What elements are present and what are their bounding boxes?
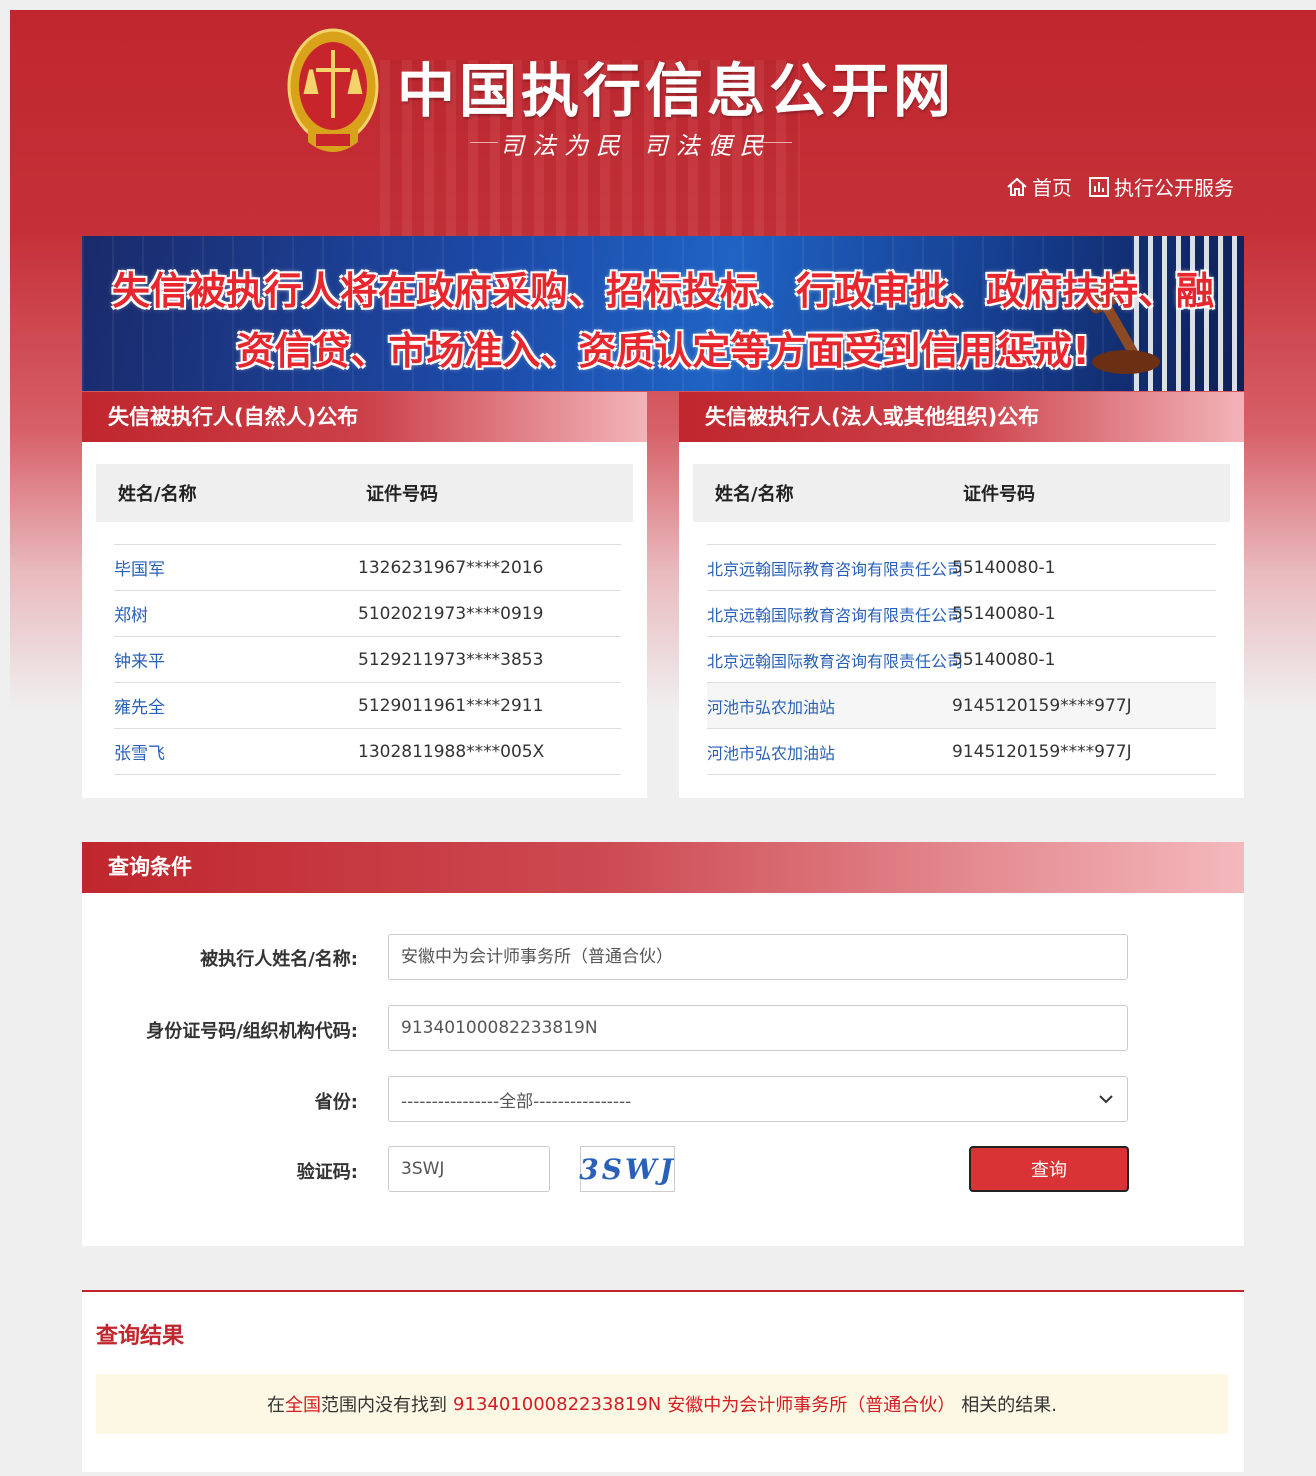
legal-row-code: 55140080-1 (952, 557, 1056, 578)
banner-line-2: 资信贷、市场准入、资质认定等方面受到信用惩戒! (236, 329, 1090, 373)
province-select[interactable]: ----------------全部---------------- (388, 1076, 1128, 1122)
legal-row-name[interactable]: 北京远翰国际教育咨询有限责任公司 (707, 556, 963, 580)
result-panel: 查询结果 在 全国 范围内没有找到 91340100082233819N 安徽中… (82, 1290, 1244, 1472)
result-suffix: 相关的结果. (961, 1395, 1057, 1416)
legal-table-body: 北京远翰国际教育咨询有限责任公司 55140080-1 北京远翰国际教育咨询有限… (707, 544, 1216, 775)
table-row: 毕国军 1326231967****2016 (114, 545, 621, 591)
id-input[interactable]: 91340100082233819N (388, 1005, 1128, 1051)
natural-row-code: 1326231967****2016 (358, 557, 544, 578)
table-row: 北京远翰国际教育咨询有限责任公司 55140080-1 (707, 637, 1216, 683)
query-panel-title: 查询条件 (82, 842, 1244, 893)
table-row: 郑树 5102021973****0919 (114, 591, 621, 637)
natural-row-code: 1302811988****005X (358, 741, 545, 762)
table-row: 河池市弘农加油站 9145120159****977J (707, 729, 1216, 775)
result-message: 在 全国 范围内没有找到 91340100082233819N 安徽中为会计师事… (96, 1374, 1228, 1434)
nav-exec-service[interactable]: 执行公开服务 (1088, 172, 1234, 201)
table-row: 北京远翰国际教育咨询有限责任公司 55140080-1 (707, 591, 1216, 637)
legal-table-header: 姓名/名称 证件号码 (693, 464, 1230, 522)
captcha-input[interactable]: 3SWJ (388, 1146, 550, 1192)
nav-home[interactable]: 首页 (1006, 172, 1072, 201)
table-row: 钟来平 5129211973****3853 (114, 637, 621, 683)
captcha-image-text: 3SWJ (579, 1152, 676, 1186)
table-row: 张雪飞 1302811988****005X (114, 729, 621, 775)
province-label: 省份: (314, 1092, 358, 1113)
site-slogan: 司法为民 司法便民 (500, 132, 772, 160)
name-input-value: 安徽中为会计师事务所（普通合伙） (401, 947, 673, 967)
legal-col-code: 证件号码 (963, 484, 1035, 505)
natural-table-header: 姓名/名称 证件号码 (96, 464, 633, 522)
result-name: 安徽中为会计师事务所（普通合伙） (667, 1395, 956, 1416)
natural-row-name[interactable]: 钟来平 (114, 647, 358, 672)
id-label: 身份证号码/组织机构代码: (146, 1021, 358, 1042)
natural-row-name[interactable]: 雍先全 (114, 693, 358, 718)
legal-row-name[interactable]: 北京远翰国际教育咨询有限责任公司 (707, 648, 963, 672)
natural-person-panel: 失信被执行人(自然人)公布 姓名/名称 证件号码 毕国军 1326231967*… (82, 392, 647, 798)
chevron-down-icon (1099, 1095, 1113, 1104)
banner-line-1: 失信被执行人将在政府采购、招标投标、行政审批、政府扶持、融 (111, 269, 1214, 313)
home-icon (1007, 177, 1027, 196)
name-input[interactable]: 安徽中为会计师事务所（普通合伙） (388, 934, 1128, 980)
legal-panel-title: 失信被执行人(法人或其他组织)公布 (679, 392, 1244, 442)
natural-row-name[interactable]: 毕国军 (114, 555, 358, 580)
id-input-value: 91340100082233819N (401, 1018, 598, 1038)
legal-row-code: 9145120159****977J (952, 741, 1132, 762)
nav-exec-service-label: 执行公开服务 (1114, 176, 1234, 200)
query-button[interactable]: 查询 (969, 1146, 1129, 1192)
natural-col-name: 姓名/名称 (118, 484, 197, 505)
site-title: 中国执行信息公开网 (397, 57, 956, 125)
natural-table-body: 毕国军 1326231967****2016 郑树 5102021973****… (114, 544, 621, 775)
chart-icon (1089, 176, 1109, 197)
legal-row-code: 9145120159****977J (952, 695, 1132, 716)
natural-col-code: 证件号码 (366, 484, 438, 505)
legal-row-name[interactable]: 河池市弘农加油站 (707, 694, 952, 718)
legal-row-name[interactable]: 北京远翰国际教育咨询有限责任公司 (707, 602, 963, 626)
legal-row-code: 55140080-1 (952, 603, 1056, 624)
table-row: 河池市弘农加油站 9145120159****977J (707, 683, 1216, 729)
legal-col-name: 姓名/名称 (715, 484, 794, 505)
court-emblem-icon (287, 28, 379, 152)
natural-row-code: 5102021973****0919 (358, 603, 544, 624)
slogan-line-left (470, 142, 498, 143)
natural-row-name[interactable]: 张雪飞 (114, 739, 358, 764)
table-row: 北京远翰国际教育咨询有限责任公司 55140080-1 (707, 545, 1216, 591)
legal-row-code: 55140080-1 (952, 649, 1056, 670)
natural-row-code: 5129211973****3853 (358, 649, 544, 670)
natural-panel-title: 失信被执行人(自然人)公布 (82, 392, 647, 442)
warning-banner: 失信被执行人将在政府采购、招标投标、行政审批、政府扶持、融 资信贷、市场准入、资… (82, 236, 1244, 391)
slogan-line-right (752, 142, 792, 143)
query-panel: 查询条件 被执行人姓名/名称: 安徽中为会计师事务所（普通合伙） 身份证号码/组… (82, 842, 1244, 1246)
province-select-value: ----------------全部---------------- (401, 1091, 632, 1112)
captcha-input-value: 3SWJ (401, 1159, 445, 1179)
result-title: 查询结果 (96, 1324, 185, 1349)
nav-home-label: 首页 (1032, 176, 1072, 200)
result-mid: 范围内没有找到 (321, 1395, 448, 1416)
natural-row-name[interactable]: 郑树 (114, 601, 358, 626)
legal-entity-panel: 失信被执行人(法人或其他组织)公布 姓名/名称 证件号码 北京远翰国际教育咨询有… (679, 392, 1244, 798)
legal-row-name[interactable]: 河池市弘农加油站 (707, 740, 952, 764)
captcha-label: 验证码: (296, 1162, 358, 1183)
name-label: 被执行人姓名/名称: (200, 949, 358, 970)
table-row: 雍先全 5129011961****2911 (114, 683, 621, 729)
result-id: 91340100082233819N (453, 1393, 662, 1415)
result-prefix: 在 (267, 1395, 286, 1416)
result-scope: 全国 (285, 1395, 322, 1416)
captcha-image[interactable]: 3SWJ (579, 1146, 676, 1192)
natural-row-code: 5129011961****2911 (358, 695, 544, 716)
top-nav: 首页 执行公开服务 (1006, 172, 1234, 201)
